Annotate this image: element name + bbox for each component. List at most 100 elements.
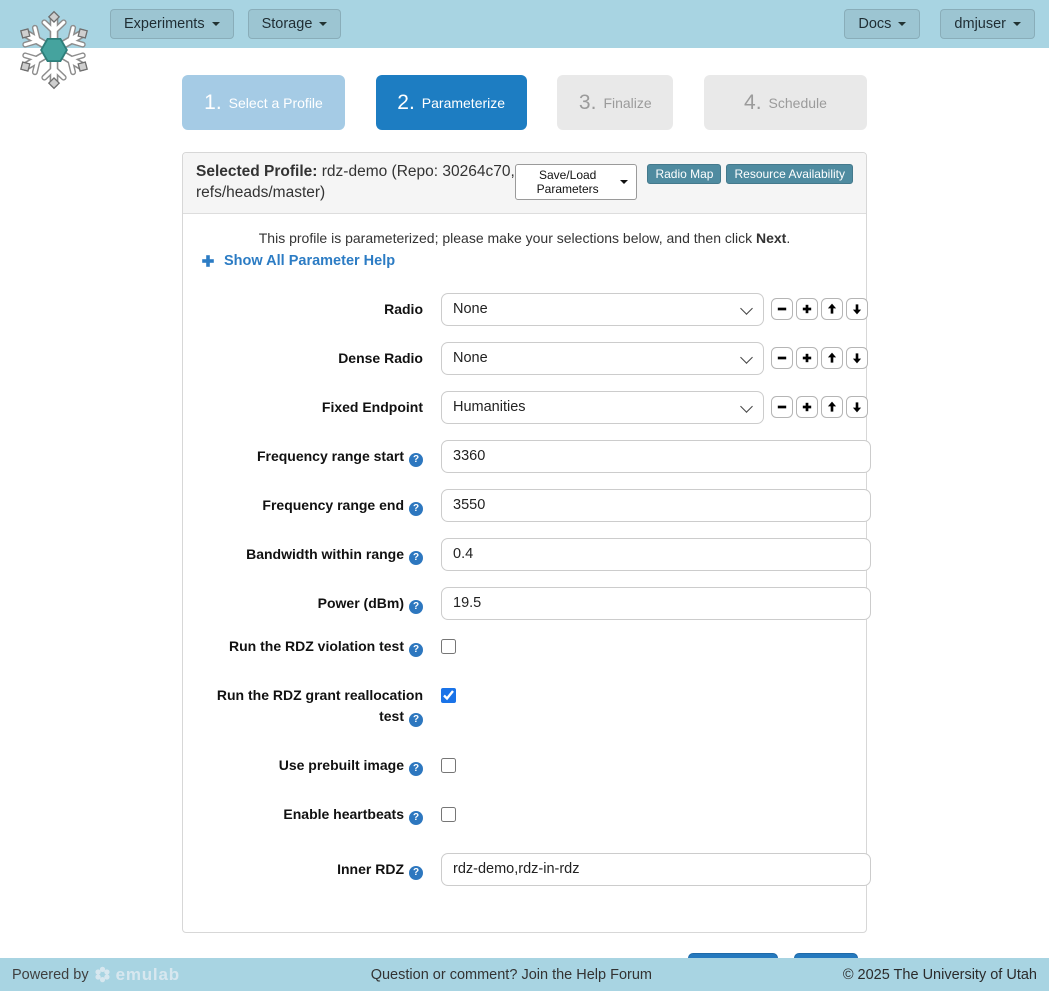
move-down-button[interactable] (846, 396, 868, 418)
field-select-wrap: None (441, 293, 764, 326)
step-number: 2. (397, 91, 415, 115)
menu-docs[interactable]: Docs (844, 9, 920, 39)
help-icon[interactable]: ? (409, 551, 423, 565)
menu-experiments[interactable]: Experiments (110, 9, 234, 39)
field-label-text: Dense Radio (338, 350, 423, 366)
move-up-button[interactable] (821, 298, 843, 320)
step-label: Parameterize (422, 95, 505, 111)
save-load-parameters-dropdown[interactable]: Save/Load Parameters (515, 164, 638, 200)
step-select-a-profile[interactable]: 1. Select a Profile (182, 75, 345, 130)
move-up-button[interactable] (821, 347, 843, 369)
field-control (441, 804, 456, 822)
help-icon[interactable]: ? (409, 866, 423, 880)
field-checkbox[interactable] (441, 758, 456, 773)
form-row: Run the RDZ grant reallocation test? (197, 685, 852, 727)
field-control (441, 440, 871, 473)
field-checkbox[interactable] (441, 639, 456, 654)
field-label-text: Radio (384, 301, 423, 317)
step-schedule: 4. Schedule (704, 75, 867, 130)
menu-experiments-label: Experiments (124, 16, 205, 32)
field-input[interactable] (441, 440, 871, 473)
instruction-next-emphasis: Next (756, 230, 786, 246)
menu-docs-label: Docs (858, 16, 891, 32)
footer: Powered by emulab Question or comment? J… (0, 958, 1049, 991)
powered-by-label: Powered by (12, 967, 89, 983)
remove-entry-button[interactable] (771, 298, 793, 320)
move-down-button[interactable] (846, 298, 868, 320)
minus-icon (776, 352, 788, 364)
field-select[interactable]: Humanities (441, 391, 764, 424)
field-input[interactable] (441, 853, 871, 886)
field-spinners (771, 347, 868, 369)
help-icon[interactable]: ? (409, 762, 423, 776)
instruction-before: This profile is parameterized; please ma… (259, 230, 756, 246)
field-control (441, 587, 871, 620)
field-label-text: Inner RDZ (337, 861, 404, 877)
add-entry-button[interactable] (796, 298, 818, 320)
top-navbar: Experiments Storage Docs dmjuser (0, 0, 1049, 48)
field-label: Enable heartbeats? (197, 804, 423, 825)
selected-profile-title: Selected Profile: rdz-demo (Repo: 30264c… (196, 162, 515, 204)
arrow-down-icon (851, 352, 863, 364)
menu-user[interactable]: dmjuser (940, 9, 1035, 39)
chevron-down-icon (319, 22, 327, 26)
menu-storage[interactable]: Storage (248, 9, 342, 39)
help-icon[interactable]: ? (409, 502, 423, 516)
help-icon[interactable]: ? (409, 713, 423, 727)
field-label-text: Frequency range start (257, 448, 404, 464)
field-label-text: Use prebuilt image (279, 757, 404, 773)
step-finalize: 3. Finalize (557, 75, 673, 130)
arrow-up-icon (826, 352, 838, 364)
field-label: Frequency range start? (197, 446, 423, 467)
instruction-text: This profile is parameterized; please ma… (197, 230, 852, 246)
field-label: Power (dBm)? (197, 593, 423, 614)
plus-icon (801, 401, 813, 413)
field-label-text: Power (dBm) (318, 595, 404, 611)
field-select-wrap: Humanities (441, 391, 764, 424)
field-control (441, 685, 456, 703)
add-entry-button[interactable] (796, 396, 818, 418)
field-label-text: Fixed Endpoint (322, 399, 423, 415)
help-icon[interactable]: ? (409, 643, 423, 657)
field-label: Frequency range end? (197, 495, 423, 516)
powered-by: Powered by emulab (12, 965, 180, 985)
field-label: Use prebuilt image? (197, 755, 423, 776)
field-input[interactable] (441, 489, 871, 522)
plus-icon (201, 254, 215, 268)
field-select[interactable]: None (441, 342, 764, 375)
radio-map-button[interactable]: Radio Map (647, 164, 721, 184)
step-parameterize[interactable]: 2. Parameterize (376, 75, 527, 130)
field-label: Inner RDZ? (197, 859, 423, 880)
field-label: Fixed Endpoint (197, 397, 423, 418)
remove-entry-button[interactable] (771, 347, 793, 369)
field-label-text: Run the RDZ grant reallocation test (217, 687, 423, 724)
move-up-button[interactable] (821, 396, 843, 418)
step-label: Select a Profile (229, 95, 323, 111)
form-row: Enable heartbeats? (197, 804, 852, 825)
parameterize-panel: Selected Profile: rdz-demo (Repo: 30264c… (182, 152, 867, 933)
help-icon[interactable]: ? (409, 453, 423, 467)
help-forum-link[interactable]: Join the Help Forum (521, 967, 652, 983)
field-control (441, 489, 871, 522)
chevron-down-icon (620, 180, 628, 184)
field-label-text: Bandwidth within range (246, 546, 404, 562)
field-select[interactable]: None (441, 293, 764, 326)
remove-entry-button[interactable] (771, 396, 793, 418)
field-checkbox[interactable] (441, 688, 456, 703)
help-icon[interactable]: ? (409, 600, 423, 614)
form-row: Power (dBm)? (197, 587, 852, 620)
field-spinners (771, 396, 868, 418)
field-checkbox[interactable] (441, 807, 456, 822)
question-text: Question or comment? (371, 967, 522, 983)
emulab-brand: emulab (116, 965, 180, 985)
help-icon[interactable]: ? (409, 811, 423, 825)
move-down-button[interactable] (846, 347, 868, 369)
powder-snowflake-logo[interactable] (8, 4, 100, 96)
add-entry-button[interactable] (796, 347, 818, 369)
show-all-parameter-help-toggle[interactable]: Show All Parameter Help (197, 253, 852, 269)
field-input[interactable] (441, 587, 871, 620)
field-label: Run the RDZ grant reallocation test? (197, 685, 423, 727)
resource-availability-button[interactable]: Resource Availability (726, 164, 853, 184)
field-input[interactable] (441, 538, 871, 571)
field-spinners (771, 298, 868, 320)
